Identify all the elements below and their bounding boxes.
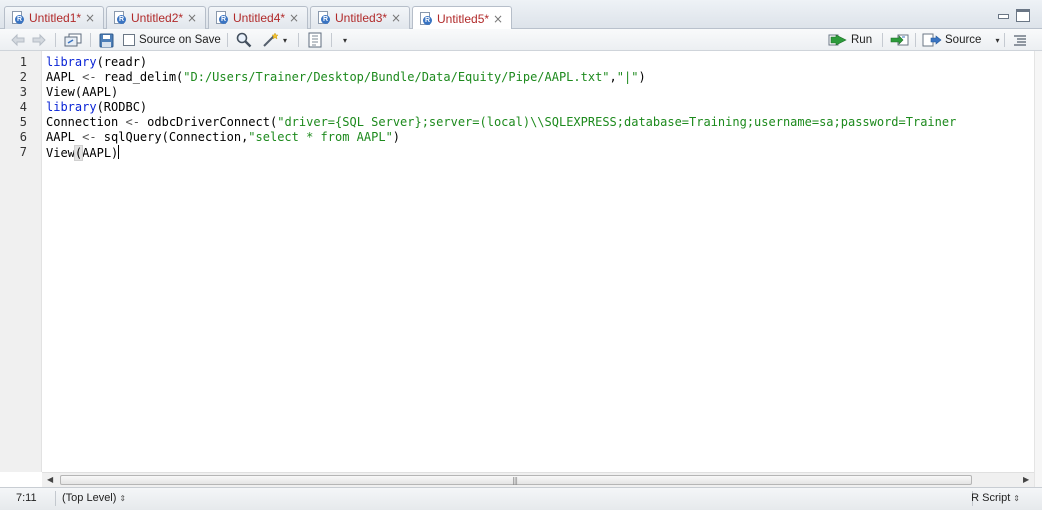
code-token: View <box>46 146 75 160</box>
r-script-file-icon: R <box>419 11 432 26</box>
rerun-button[interactable] <box>890 32 910 48</box>
show-in-window-icon[interactable] <box>64 32 82 48</box>
scroll-left-icon[interactable]: ◀ <box>47 475 53 484</box>
code-line[interactable]: View(AAPL) <box>46 145 120 161</box>
scope-selector[interactable]: (Top Level) ⇕ <box>62 492 126 504</box>
code-token: Connection <box>46 115 126 129</box>
horizontal-scroll-thumb[interactable]: ||| <box>60 475 972 485</box>
code-token: (RODBC) <box>96 100 148 114</box>
code-token: library <box>46 55 97 69</box>
code-token: "|" <box>616 70 639 84</box>
r-script-file-icon: R <box>215 11 228 25</box>
code-token: (readr) <box>96 55 148 69</box>
line-number: 5 <box>19 115 27 129</box>
line-number: 7 <box>19 145 27 159</box>
source-on-save-checkbox[interactable] <box>123 34 135 46</box>
code-token: ) <box>392 130 401 144</box>
code-line[interactable]: View(AAPL) <box>46 85 118 100</box>
tab-label: Untitled1* <box>29 11 82 25</box>
window-controls <box>997 9 1030 22</box>
code-token: read_delim( <box>96 70 184 84</box>
code-line[interactable]: library(RODBC) <box>46 100 147 115</box>
updown-arrows-icon: ⇕ <box>1013 494 1020 503</box>
code-token: <- <box>125 115 140 129</box>
search-icon[interactable] <box>236 32 252 48</box>
code-token: , <box>609 70 617 84</box>
status-bar: 7:11 (Top Level) ⇕ R Script ⇕ <box>0 487 1042 510</box>
code-token: "driver={SQL Server};server=(local)\\SQL… <box>277 115 957 129</box>
r-script-file-icon: R <box>113 11 126 25</box>
source-button[interactable]: Source ▾ <box>922 32 999 48</box>
updown-arrows-icon: ⇕ <box>119 494 127 503</box>
code-line[interactable]: library(readr) <box>46 55 147 70</box>
source-on-save-label: Source on Save <box>139 34 221 46</box>
save-icon[interactable] <box>99 32 114 48</box>
scope-label: (Top Level) <box>62 492 117 504</box>
editor-tab[interactable]: R Untitled4* × <box>208 6 308 29</box>
tab-label: Untitled5* <box>437 11 490 26</box>
code-token: sqlQuery(Connection, <box>96 130 249 144</box>
maximize-pane-icon[interactable] <box>1016 9 1030 22</box>
code-token: ) <box>638 70 646 84</box>
code-token: <- <box>82 130 97 144</box>
scroll-grip-icon: ||| <box>512 476 518 485</box>
code-tools-wand-icon[interactable]: ▾ <box>262 32 287 48</box>
close-tab-icon[interactable]: × <box>289 11 299 25</box>
line-number: 2 <box>19 70 27 84</box>
code-line[interactable]: Connection <- odbcDriverConnect("driver=… <box>46 115 956 130</box>
line-number: 6 <box>19 130 27 144</box>
editor-toolbar: Source on Save ▾ ▾ Run Source ▾ <box>0 29 1042 51</box>
close-tab-icon[interactable]: × <box>493 12 503 26</box>
file-type-label: R Script <box>971 492 1011 504</box>
close-tab-icon[interactable]: × <box>391 11 401 25</box>
code-token: AAPL <box>46 130 83 144</box>
compile-report-icon[interactable] <box>307 32 323 48</box>
code-token: AAPL) <box>82 146 119 160</box>
line-number: 3 <box>19 85 27 99</box>
back-arrow-icon[interactable] <box>10 32 26 48</box>
code-line[interactable]: AAPL <- read_delim("D:/Users/Trainer/Des… <box>46 70 646 85</box>
source-dropdown-icon[interactable]: ▾ <box>995 36 999 45</box>
close-tab-icon[interactable]: × <box>85 11 95 25</box>
minimize-pane-icon[interactable] <box>997 9 1010 22</box>
code-token: "D:/Users/Trainer/Desktop/Bundle/Data/Eq… <box>183 70 610 84</box>
r-script-file-icon: R <box>11 11 24 25</box>
code-token: "select * from AAPL" <box>248 130 393 144</box>
tab-label: Untitled4* <box>233 11 286 25</box>
editor-tab[interactable]: R Untitled5* × <box>412 6 512 30</box>
code-token: AAPL <box>46 70 83 84</box>
toolbar-overflow-dropdown[interactable]: ▾ <box>343 32 347 48</box>
tab-label: Untitled3* <box>335 11 388 25</box>
horizontal-scrollbar[interactable]: ◀ ||| ▶ <box>42 472 1034 487</box>
code-line[interactable]: AAPL <- sqlQuery(Connection,"select * fr… <box>46 130 400 145</box>
run-label: Run <box>851 34 873 46</box>
file-type-selector[interactable]: R Script ⇕ <box>971 492 1020 504</box>
scroll-right-icon[interactable]: ▶ <box>1023 475 1029 484</box>
vertical-scroll-track[interactable] <box>1034 51 1042 487</box>
editor-tab[interactable]: R Untitled2* × <box>106 6 206 29</box>
code-token: library <box>46 100 97 114</box>
code-token: View(AAPL) <box>46 85 119 99</box>
forward-arrow-icon[interactable] <box>31 32 47 48</box>
editor-tab[interactable]: R Untitled3* × <box>310 6 410 29</box>
editor-tab[interactable]: R Untitled1* × <box>4 6 104 29</box>
text-cursor <box>118 145 120 159</box>
source-on-save-toggle[interactable]: Source on Save <box>123 32 221 48</box>
run-button[interactable]: Run <box>828 32 872 48</box>
tab-label: Untitled2* <box>131 11 184 25</box>
code-token: odbcDriverConnect( <box>139 115 278 129</box>
close-tab-icon[interactable]: × <box>187 11 197 25</box>
document-outline-icon[interactable] <box>1013 32 1027 48</box>
cursor-position: 7:11 <box>16 492 37 504</box>
editor-tab-bar: R Untitled1* × R Untitled2* × R Untitled4* × R Unt… <box>0 0 1042 30</box>
r-script-file-icon: R <box>317 11 330 25</box>
line-number: 1 <box>19 55 27 69</box>
code-editor[interactable]: library(readr) AAPL <- read_delim("D:/Use… <box>46 51 1034 472</box>
line-number: 4 <box>19 100 27 114</box>
source-label: Source <box>945 34 982 46</box>
line-number-gutter: 1234567 <box>0 51 42 472</box>
code-token: <- <box>82 70 97 84</box>
